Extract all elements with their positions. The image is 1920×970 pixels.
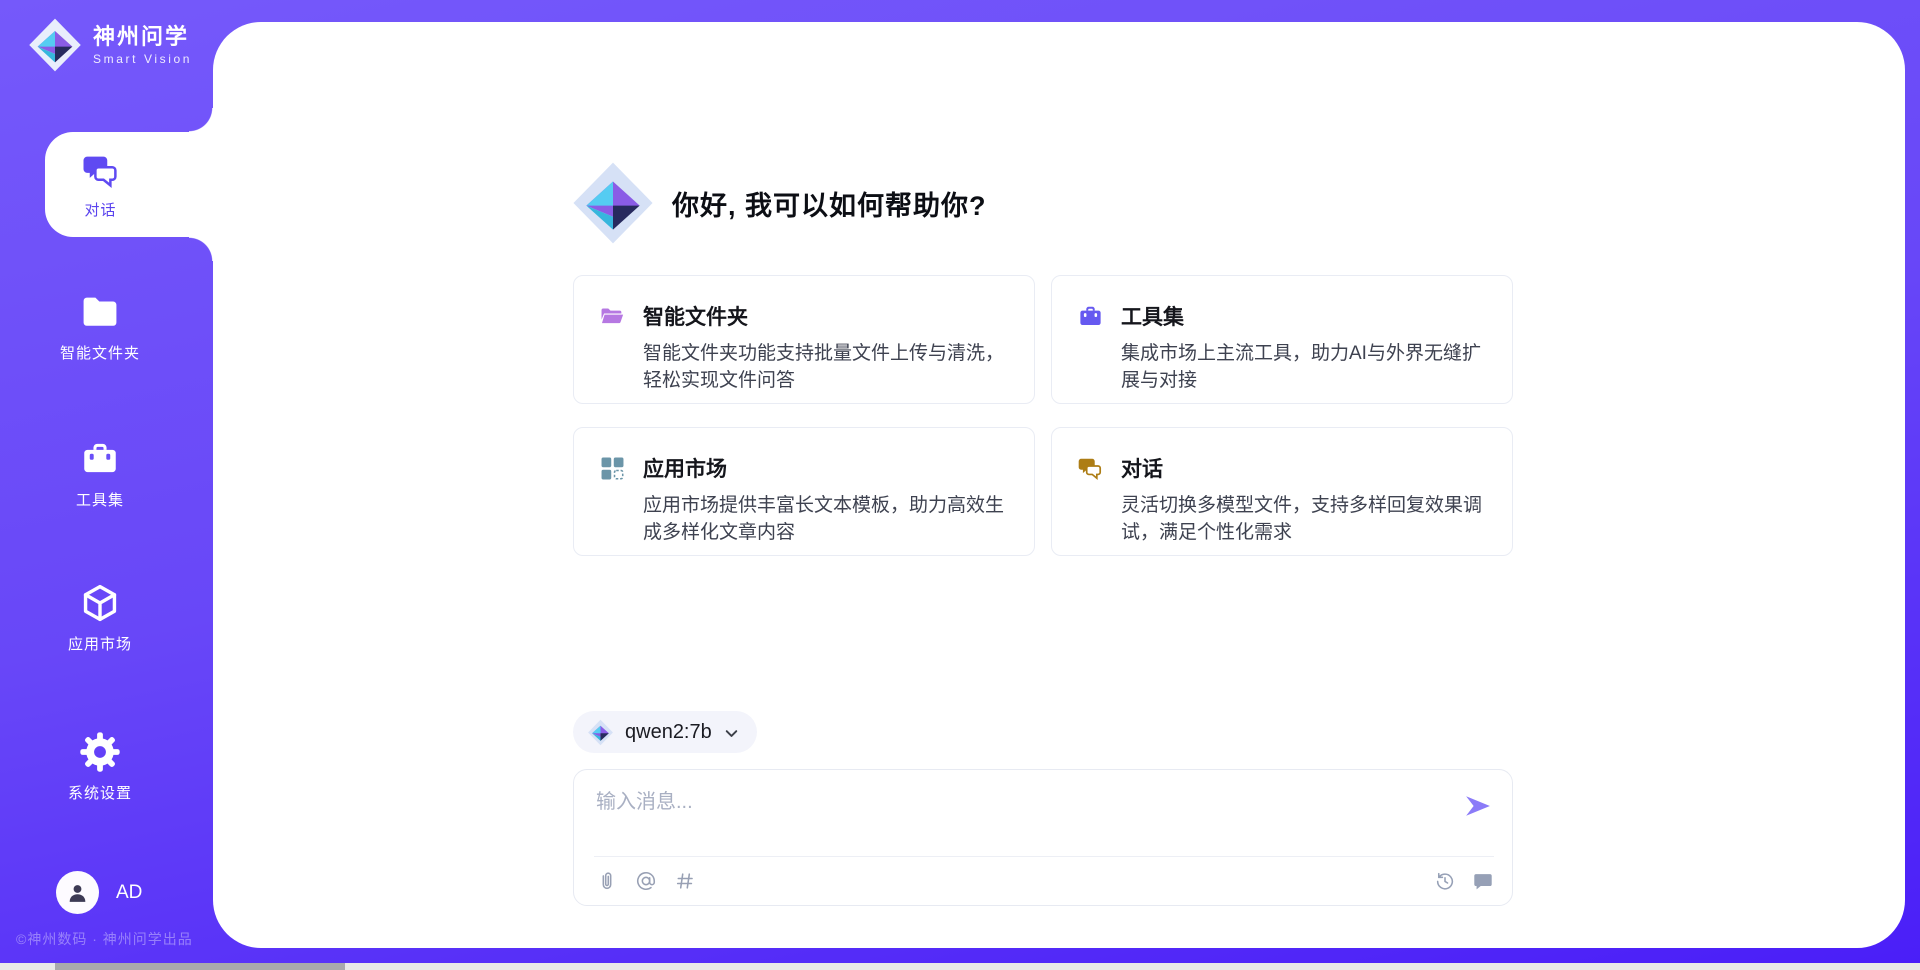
send-button[interactable] xyxy=(1463,791,1493,821)
greeting: 你好, 我可以如何帮助你? xyxy=(570,160,987,246)
user-account[interactable]: AD xyxy=(56,871,142,914)
toolbox-icon xyxy=(79,438,121,480)
sidebar-item-label: 对话 xyxy=(84,199,116,220)
card-description: 灵活切换多模型文件，支持多样回复效果调试，满足个性化需求 xyxy=(1121,492,1486,546)
composer-toolbar-right xyxy=(1434,870,1494,892)
person-icon xyxy=(65,880,90,905)
horizontal-scrollbar-track[interactable] xyxy=(0,963,1920,970)
sidebar-item-chat[interactable]: 对话 xyxy=(45,132,214,237)
sidebar-item-label: 工具集 xyxy=(76,489,124,510)
quick-phrase-icon[interactable] xyxy=(1472,870,1494,892)
message-input[interactable] xyxy=(596,782,1396,822)
card-app-market[interactable]: 应用市场 应用市场提供丰富长文本模板，助力高效生成多样化文章内容 xyxy=(573,427,1035,556)
card-toolset[interactable]: 工具集 集成市场上主流工具，助力AI与外界无缝扩展与对接 xyxy=(1051,275,1513,404)
card-title: 工具集 xyxy=(1121,301,1184,331)
card-description: 智能文件夹功能支持批量文件上传与清洗，轻松实现文件问答 xyxy=(643,340,1008,394)
sidebar-item-settings[interactable]: 系统设置 xyxy=(0,731,200,803)
attachment-icon[interactable] xyxy=(596,870,618,892)
user-name: AD xyxy=(116,882,142,904)
chevron-down-icon xyxy=(723,725,740,742)
chat-bubbles-icon xyxy=(81,151,121,191)
cube-icon xyxy=(79,582,121,624)
send-icon xyxy=(1463,791,1493,821)
sidebar-item-label: 系统设置 xyxy=(68,782,132,803)
active-tab-fillet-top xyxy=(189,108,213,132)
sidebar-item-label: 应用市场 xyxy=(68,633,132,654)
brand-subtitle: Smart Vision xyxy=(93,52,192,66)
brand-name: 神州问学 xyxy=(93,24,192,50)
chat-bubbles-icon xyxy=(1077,455,1104,482)
card-chat[interactable]: 对话 灵活切换多模型文件，支持多样回复效果调试，满足个性化需求 xyxy=(1051,427,1513,556)
card-title: 应用市场 xyxy=(643,453,727,483)
model-selector[interactable]: qwen2:7b xyxy=(573,711,757,753)
composer xyxy=(573,769,1513,906)
sidebar-item-label: 智能文件夹 xyxy=(60,342,140,363)
footer-credit: ©神州数码 · 神州问学出品 xyxy=(16,929,193,949)
card-description: 集成市场上主流工具，助力AI与外界无缝扩展与对接 xyxy=(1121,340,1486,394)
diamond-logo-icon xyxy=(587,719,614,746)
card-head: 应用市场 xyxy=(599,453,1008,483)
card-head: 工具集 xyxy=(1077,301,1486,331)
grid-tiles-icon xyxy=(599,455,626,482)
brand-text: 神州问学 Smart Vision xyxy=(93,24,192,66)
sidebar-item-app-market[interactable]: 应用市场 xyxy=(0,582,200,654)
open-folder-icon xyxy=(599,303,626,330)
active-tab-fillet-bottom xyxy=(189,237,213,261)
brand: 神州问学 Smart Vision xyxy=(27,17,192,73)
diamond-logo-icon xyxy=(27,17,83,73)
history-icon[interactable] xyxy=(1434,870,1456,892)
card-title: 智能文件夹 xyxy=(643,301,748,331)
card-smart-folder[interactable]: 智能文件夹 智能文件夹功能支持批量文件上传与清洗，轻松实现文件问答 xyxy=(573,275,1035,404)
toolbox-icon xyxy=(1077,303,1104,330)
feature-cards: 智能文件夹 智能文件夹功能支持批量文件上传与清洗，轻松实现文件问答 工具集 集成… xyxy=(573,275,1513,556)
gear-icon xyxy=(79,731,121,773)
hashtag-icon[interactable] xyxy=(674,870,696,892)
mention-icon[interactable] xyxy=(635,870,657,892)
sidebar-item-smart-folder[interactable]: 智能文件夹 xyxy=(0,291,200,363)
card-head: 对话 xyxy=(1077,453,1486,483)
model-name: qwen2:7b xyxy=(625,721,712,744)
card-head: 智能文件夹 xyxy=(599,301,1008,331)
avatar xyxy=(56,871,99,914)
horizontal-scrollbar-thumb[interactable] xyxy=(55,963,345,970)
diamond-logo-icon xyxy=(570,160,656,246)
card-description: 应用市场提供丰富长文本模板，助力高效生成多样化文章内容 xyxy=(643,492,1008,546)
sidebar: 神州问学 Smart Vision 对话 智能文件夹 工具集 xyxy=(0,0,213,970)
folder-icon xyxy=(79,291,121,333)
card-title: 对话 xyxy=(1121,453,1163,483)
greeting-title: 你好, 我可以如何帮助你? xyxy=(672,184,987,223)
sidebar-item-toolset[interactable]: 工具集 xyxy=(0,438,200,510)
composer-toolbar xyxy=(596,857,1494,905)
